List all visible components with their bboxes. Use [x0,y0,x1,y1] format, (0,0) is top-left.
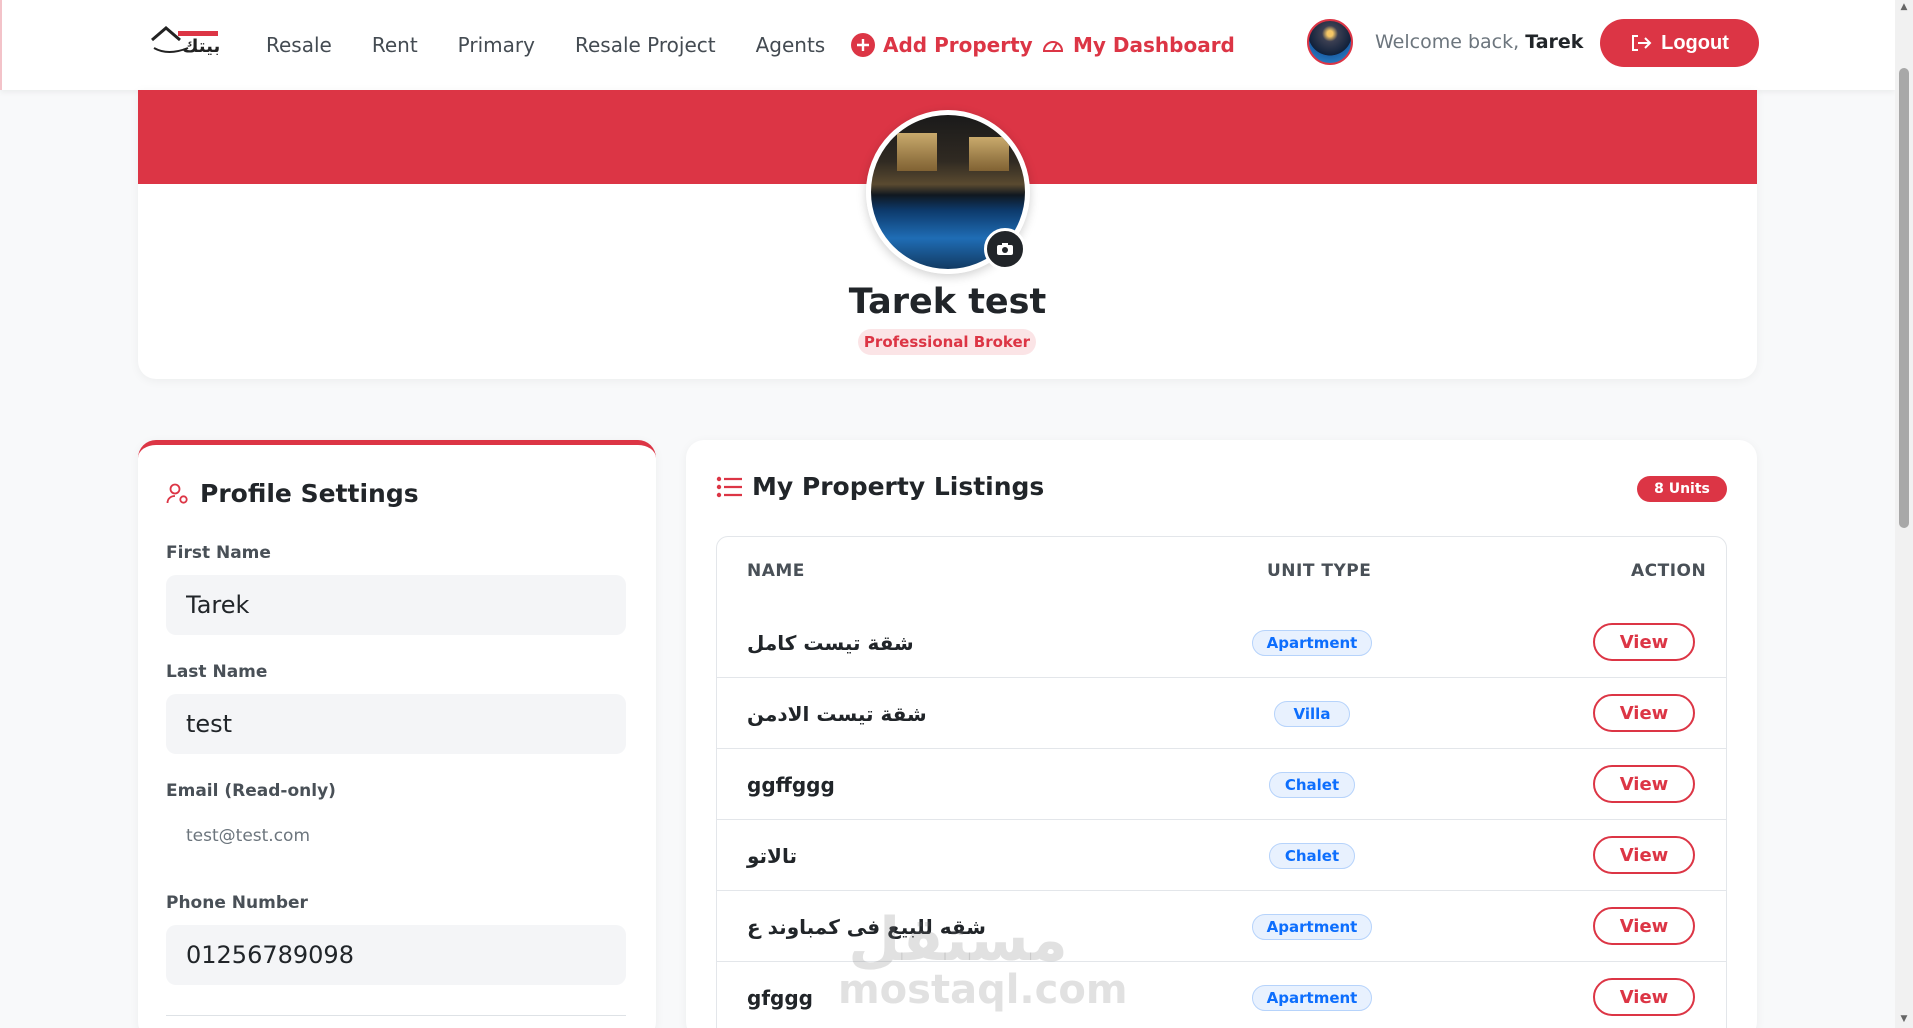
unit-type-badge: Chalet [1269,843,1355,869]
camera-icon [996,242,1014,256]
avatar[interactable] [1307,19,1353,65]
listing-name: شقه للبيع فى كمباوند ع [747,914,986,939]
logout-icon [1630,33,1652,53]
profile-name: Tarek test [848,282,1047,322]
scroll-up-arrow-icon[interactable]: ▲ [1899,2,1909,12]
divider [166,1015,626,1016]
settings-title: Profile Settings [166,479,419,508]
user-gear-icon [166,482,190,506]
user-area: Welcome back, Tarek [1307,19,1583,65]
view-button[interactable]: View [1593,978,1695,1016]
logo-text: بيتك [182,36,221,57]
nav-agents[interactable]: Agents [756,33,826,57]
nav-resale-project[interactable]: Resale Project [575,33,716,57]
welcome-text: Welcome back, Tarek [1375,31,1583,53]
email-label: Email (Read-only) [166,781,336,801]
first-name-field[interactable] [166,575,626,635]
nav-rent[interactable]: Rent [372,33,418,57]
column-header-unit-type: UNIT TYPE [1267,561,1372,581]
listing-name: شقة تيست كامل [747,630,914,655]
table-row: شقة تيست كامل Apartment View [717,607,1726,678]
listings-title: My Property Listings [716,472,1044,501]
add-property-label: Add Property [883,33,1033,57]
view-button[interactable]: View [1593,623,1695,661]
change-photo-button[interactable] [984,228,1026,270]
table-row: تالاتو Chalet View [717,820,1726,891]
listing-name: تالاتو [747,843,797,868]
column-header-name: NAME [747,561,805,581]
first-name-label: First Name [166,543,271,563]
table-row: ggffggg Chalet View [717,749,1726,820]
view-button[interactable]: View [1593,836,1695,874]
profile-header-card: Tarek test Professional Broker [138,90,1757,379]
view-button[interactable]: View [1593,907,1695,945]
listings-title-text: My Property Listings [752,472,1045,501]
last-name-field[interactable] [166,694,626,754]
profile-settings-card: Profile Settings First Name Last Name Em… [138,440,656,1028]
list-icon [716,476,742,498]
table-row: gfggg Apartment View [717,962,1726,1028]
my-dashboard-link[interactable]: My Dashboard [1041,0,1235,90]
unit-type-badge: Villa [1274,701,1350,727]
unit-type-badge: Chalet [1269,772,1355,798]
unit-type-badge: Apartment [1252,630,1372,656]
phone-field[interactable] [166,925,626,985]
nav-primary[interactable]: Primary [458,33,535,57]
plus-circle-icon [851,33,875,57]
speedometer-icon [1041,35,1065,55]
welcome-prefix: Welcome back, [1375,31,1520,53]
role-badge: Professional Broker [858,329,1036,355]
welcome-user-name: Tarek [1525,31,1584,53]
top-navbar: بيتك Resale Rent Primary Resale Project … [0,0,1895,90]
email-readonly-value: test@test.com [186,826,311,846]
settings-title-text: Profile Settings [200,479,419,508]
table-row: شقه للبيع فى كمباوند ع Apartment View [717,891,1726,962]
nav-links: Resale Rent Primary Resale Project Agent… [266,0,865,90]
unit-type-badge: Apartment [1252,985,1372,1011]
my-dashboard-label: My Dashboard [1073,33,1235,57]
logo-house-icon[interactable]: بيتك [148,20,224,60]
logout-button[interactable]: Logout [1600,19,1759,67]
listings-table: NAME UNIT TYPE ACTION شقة تيست كامل Apar… [716,536,1727,1028]
scrollbar-thumb[interactable] [1899,68,1909,528]
scroll-down-arrow-icon[interactable]: ▼ [1899,1014,1909,1024]
listing-name: gfggg [747,985,813,1010]
nav-resale[interactable]: Resale [266,33,332,57]
add-property-link[interactable]: Add Property [851,0,1033,90]
view-button[interactable]: View [1593,694,1695,732]
units-count-badge: 8 Units [1637,476,1727,502]
view-button[interactable]: View [1593,765,1695,803]
property-listings-card: My Property Listings 8 Units NAME UNIT T… [686,440,1757,1028]
logout-label: Logout [1661,31,1729,54]
page-scrollbar[interactable]: ▲ ▼ [1895,0,1913,1028]
unit-type-badge: Apartment [1252,914,1372,940]
phone-label: Phone Number [166,893,308,913]
last-name-label: Last Name [166,662,268,682]
listing-name: ggffggg [747,772,835,797]
listing-name: شقة تيست الادمن [747,701,927,726]
table-row: شقة تيست الادمن Villa View [717,678,1726,749]
column-header-action: ACTION [1631,561,1707,581]
